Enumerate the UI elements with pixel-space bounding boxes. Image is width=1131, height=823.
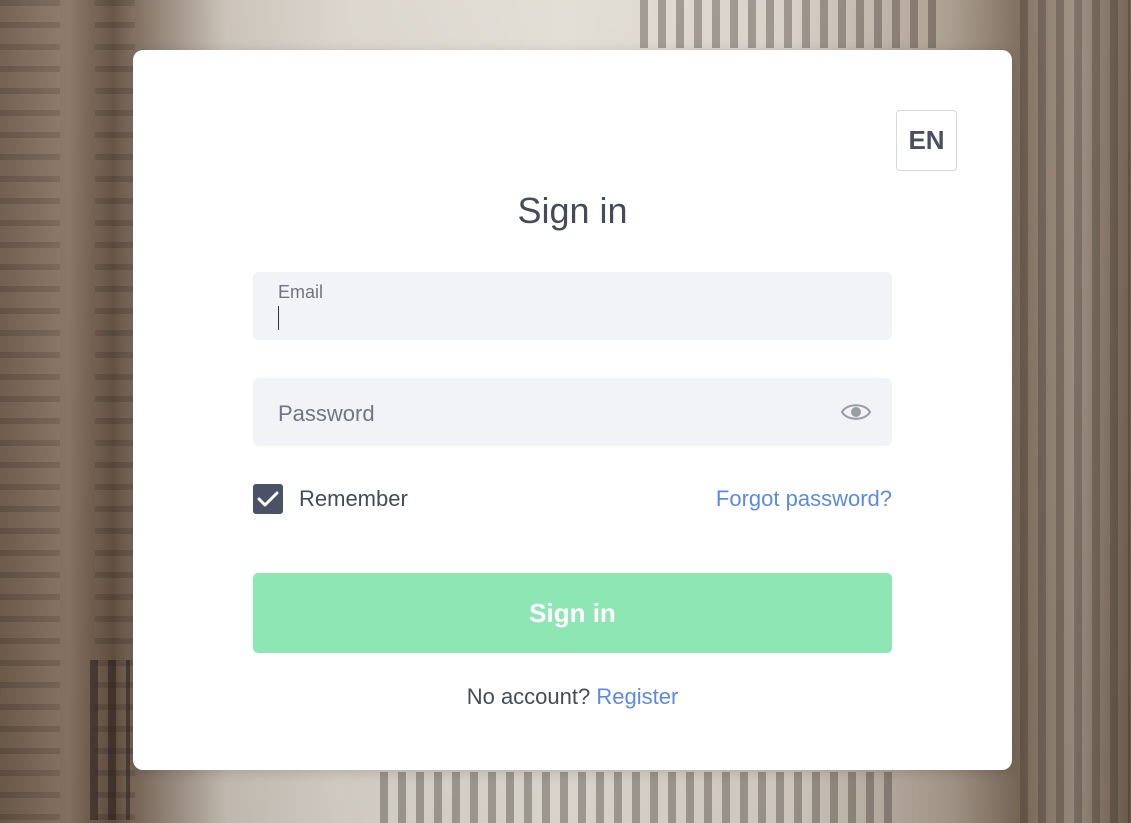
signin-button[interactable]: Sign in [253,573,892,653]
register-link[interactable]: Register [596,684,678,709]
password-placeholder: Password [278,401,375,426]
email-label: Email [278,282,324,302]
remember-option[interactable]: Remember [253,484,408,514]
page-title: Sign in [517,190,628,231]
register-row: No account? Register [133,684,1012,710]
text-cursor [278,306,279,330]
remember-checkbox[interactable] [253,484,283,514]
signin-card: EN Sign in Email Password Remember Forgo… [133,50,1012,770]
forgot-password-link[interactable]: Forgot password? [716,486,892,512]
language-button[interactable]: EN [896,110,957,171]
email-field[interactable]: Email [253,272,892,340]
eye-icon[interactable] [840,400,872,424]
remember-label: Remember [299,486,408,511]
no-account-text: No account? [466,684,591,709]
checkmark-icon [257,491,279,507]
password-field[interactable]: Password [253,378,892,446]
